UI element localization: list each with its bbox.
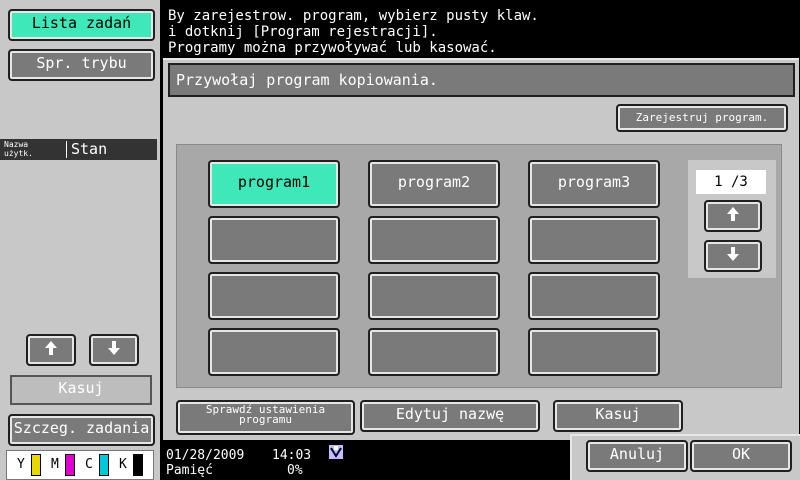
message-line: Programy można przywoływać lub kasować. <box>168 40 497 56</box>
delete-job-button[interactable]: Kasuj <box>10 375 152 405</box>
page-up-button[interactable] <box>704 200 762 232</box>
program-button[interactable] <box>368 272 500 320</box>
program-button[interactable] <box>208 216 340 264</box>
confirm-area: Anuluj OK <box>570 434 800 480</box>
scroll-up-button[interactable] <box>26 334 76 366</box>
time-display: 14:03 <box>272 448 312 463</box>
page-indicator: 1 /3 <box>696 170 766 194</box>
page-navigator: 1 /3 <box>688 160 776 278</box>
user-name-header: Nazwa użytk. <box>4 140 33 158</box>
job-list-button[interactable]: Lista zadań <box>8 9 155 41</box>
scroll-down-button[interactable] <box>89 334 139 366</box>
program-button[interactable] <box>528 328 660 376</box>
program-button[interactable] <box>368 216 500 264</box>
check-settings-label: Sprawdź ustawienia programu <box>205 403 326 426</box>
edit-name-button[interactable]: Edytuj nazwę <box>360 400 540 432</box>
register-program-button[interactable]: Zarejestruj program. <box>616 104 788 132</box>
program-button[interactable] <box>368 328 500 376</box>
memory-value: 0% <box>287 463 303 478</box>
arrow-up-icon <box>727 207 739 221</box>
toner-c-bar <box>99 454 109 476</box>
page-down-button[interactable] <box>704 240 762 272</box>
program-button[interactable]: program3 <box>528 160 660 208</box>
message-line: By zarejestrow. program, wybierz pusty k… <box>168 8 539 24</box>
job-details-button[interactable]: Szczeg. zadania <box>8 414 155 446</box>
toner-y-bar <box>31 454 41 476</box>
program-button[interactable] <box>528 216 660 264</box>
program-button[interactable]: program1 <box>208 160 340 208</box>
ok-button[interactable]: OK <box>690 440 792 472</box>
toner-y-label: Y <box>17 457 25 472</box>
toner-m-label: M <box>51 457 59 472</box>
check-settings-button[interactable]: Sprawdź ustawienia programu <box>176 400 355 435</box>
job-table-header: Nazwa użytk. Stan <box>0 139 157 160</box>
toner-k-bar <box>133 454 143 476</box>
arrow-up-icon <box>45 341 57 355</box>
program-button[interactable]: program2 <box>368 160 500 208</box>
arrow-down-icon <box>108 341 120 355</box>
network-icon <box>328 444 344 464</box>
date-display: 01/28/2009 <box>166 448 245 463</box>
status-header: Stan <box>71 140 108 158</box>
cancel-button[interactable]: Anuluj <box>586 440 688 472</box>
instruction-message: By zarejestrow. program, wybierz pusty k… <box>168 8 798 56</box>
toner-levels: Y M C K <box>6 450 154 480</box>
mode-check-button[interactable]: Spr. trybu <box>8 49 155 81</box>
toner-m-bar <box>65 454 75 476</box>
message-line: i dotknij [Program rejestracji]. <box>168 24 438 40</box>
program-button[interactable] <box>208 328 340 376</box>
status-bar: 01/28/2009 14:03 Pamięć 0% <box>163 440 573 480</box>
program-button[interactable] <box>528 272 660 320</box>
toner-c-label: C <box>85 457 93 472</box>
left-sidebar: Lista zadań Spr. trybu Nazwa użytk. Stan… <box>0 0 160 480</box>
memory-label: Pamięć <box>166 463 213 478</box>
program-button[interactable] <box>208 272 340 320</box>
header-divider <box>66 141 67 158</box>
panel-title: Przywołaj program kopiowania. <box>168 63 795 97</box>
toner-k-label: K <box>119 457 127 472</box>
arrow-down-icon <box>727 247 739 261</box>
delete-program-button[interactable]: Kasuj <box>553 400 683 432</box>
